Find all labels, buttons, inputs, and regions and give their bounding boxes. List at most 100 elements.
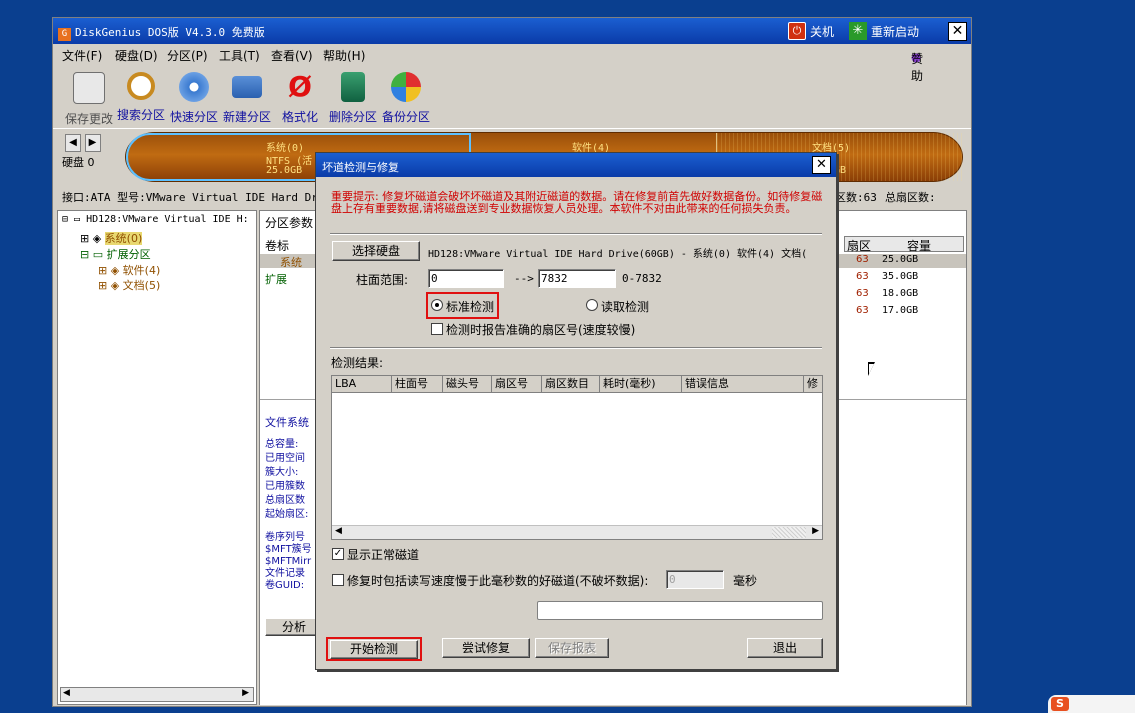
disk-label: 硬盘 0 xyxy=(62,156,95,169)
col-time[interactable]: 耗时(毫秒) xyxy=(600,376,682,393)
delete-partition-button[interactable]: 删除分区 xyxy=(325,72,381,125)
table-hscrollbar[interactable]: ◀ ▶ xyxy=(332,525,822,539)
column-sector: 扇区 xyxy=(847,239,872,253)
col-sector-count[interactable]: 扇区数目 xyxy=(542,376,600,393)
backup-partition-button[interactable]: 备份分区 xyxy=(378,72,434,125)
new-partition-label: 新建分区 xyxy=(222,110,271,124)
search-partition-button[interactable]: 搜索分区 xyxy=(113,72,169,123)
scroll-thumb[interactable] xyxy=(772,527,806,538)
format-icon: Ø xyxy=(288,70,312,103)
col-error[interactable]: 错误信息 xyxy=(682,376,804,393)
new-partition-button[interactable]: 新建分区 xyxy=(219,72,275,125)
include-slow-checkbox[interactable] xyxy=(332,574,344,586)
bad-track-dialog: 坏道检测与修复 ✕ 重要提示: 修复坏磁道会破坏坏磁道及其附近磁道的数据。请在修… xyxy=(315,152,837,670)
tree-item-system[interactable]: ⊞ ◈ 系统(0) xyxy=(80,230,143,246)
app-title: G DiskGenius DOS版 V4.3.0 免费版 xyxy=(58,24,265,41)
ms-label: 毫秒 xyxy=(733,574,758,588)
shutdown-button[interactable]: ⏻ 关机 xyxy=(788,21,834,41)
dialog-title-bar: 坏道检测与修复 ✕ xyxy=(316,153,836,177)
close-icon: ✕ xyxy=(816,157,827,172)
row-label-system[interactable]: 系统 xyxy=(280,254,302,270)
col-repair[interactable]: 修 xyxy=(804,376,822,393)
save-changes-button[interactable]: 保存更改 xyxy=(61,72,117,127)
read-detect-label[interactable]: 读取检测 xyxy=(601,298,649,315)
row-capacity: 18.0GB xyxy=(882,288,919,299)
include-slow-label[interactable]: 修复时包括读写速度慢于此毫秒数的好磁道(不破坏数据): xyxy=(347,572,648,589)
restart-button[interactable]: ✳ 重新启动 xyxy=(849,21,919,41)
field-total-sectors: 总扇区数 xyxy=(265,495,305,506)
try-repair-button[interactable]: 尝试修复 xyxy=(442,638,530,658)
scroll-right-icon: ▶ xyxy=(242,688,249,698)
cylinder-range-hint: 0-7832 xyxy=(622,272,662,285)
tree-item-software[interactable]: ⊞ ◈ 软件(4) xyxy=(98,262,160,278)
row-sector: 63 xyxy=(856,271,869,282)
slow-ms-input[interactable]: 0 xyxy=(666,570,724,589)
search-partition-label: 搜索分区 xyxy=(116,108,165,122)
separator xyxy=(330,233,822,235)
checkmark-icon: ✓ xyxy=(333,548,343,559)
close-window-button[interactable]: ✕ xyxy=(948,22,967,41)
disc-icon xyxy=(179,72,209,102)
save-report-button[interactable]: 保存报表 xyxy=(535,638,609,658)
menu-help[interactable]: 帮助(H) xyxy=(323,47,365,64)
row-sector: 63 xyxy=(856,288,869,299)
row-sector: 63 xyxy=(856,305,869,316)
quick-partition-button[interactable]: 快速分区 xyxy=(166,72,222,125)
select-disk-button[interactable]: 选择硬盘 xyxy=(332,241,420,261)
cylinder-to-input[interactable]: 7832 xyxy=(538,269,616,288)
disk-info-text: 接口:ATA 型号:VMware Virtual IDE Hard Driv xyxy=(62,191,332,204)
show-normal-label[interactable]: 显示正常磁道 xyxy=(347,546,419,563)
result-table: LBA 柱面号 磁头号 扇区号 扇区数目 耗时(毫秒) 错误信息 修 ◀ ▶ xyxy=(331,375,823,540)
col-cylinder[interactable]: 柱面号 xyxy=(392,376,443,393)
dialog-close-button[interactable]: ✕ xyxy=(812,156,831,174)
col-lba[interactable]: LBA xyxy=(332,376,392,393)
prev-disk-button[interactable]: ◀ xyxy=(65,134,81,152)
row-capacity: 17.0GB xyxy=(882,305,919,316)
col-sector[interactable]: 扇区号 xyxy=(492,376,542,393)
disk-total-sectors: 总扇区数: xyxy=(885,191,936,204)
row-sector: 63 xyxy=(856,254,869,265)
col-head[interactable]: 磁头号 xyxy=(443,376,492,393)
computer-icon xyxy=(232,76,262,98)
tree-item-docs[interactable]: ⊞ ◈ 文档(5) xyxy=(98,277,160,293)
cylinder-range-label: 柱面范围: xyxy=(356,273,409,287)
report-sector-checkbox[interactable] xyxy=(431,323,443,335)
tree-item-extended[interactable]: ⊟ ▭ 扩展分区 xyxy=(80,246,151,262)
tree-hscrollbar[interactable]: ◀ ▶ xyxy=(60,687,254,702)
ime-indicator[interactable]: S xyxy=(1048,695,1135,713)
start-detect-button[interactable]: 开始检测 xyxy=(330,640,418,659)
diskgenius-logo-icon: G xyxy=(58,28,71,41)
next-disk-button[interactable]: ▶ xyxy=(84,134,101,152)
standard-detect-radio[interactable] xyxy=(431,299,443,311)
menu-view[interactable]: 查看(V) xyxy=(271,47,313,64)
exit-button[interactable]: 退出 xyxy=(747,638,823,658)
menu-bar: 文件(F) 硬盘(D) 分区(P) 工具(T) 查看(V) 帮助(H) ● 赞助 xyxy=(53,44,971,83)
show-normal-checkbox[interactable]: ✓ xyxy=(332,548,344,560)
column-label: 卷标 xyxy=(265,239,290,253)
tree-root[interactable]: ⊟ ▭ HD128:VMware Virtual IDE H: xyxy=(62,214,249,225)
standard-detect-label[interactable]: 标准检测 xyxy=(446,298,494,315)
menu-partition[interactable]: 分区(P) xyxy=(167,47,208,64)
dialog-title: 坏道检测与修复 xyxy=(322,161,399,174)
progress-bar xyxy=(537,601,823,620)
report-sector-label[interactable]: 检测时报告准确的扇区号(速度较慢) xyxy=(446,321,635,338)
tree-root-label: HD128:VMware Virtual IDE H: xyxy=(86,214,249,225)
scroll-left-icon: ◀ xyxy=(63,688,70,698)
save-disk-icon xyxy=(73,72,105,104)
read-detect-radio[interactable] xyxy=(586,299,598,311)
close-icon: ✕ xyxy=(951,23,964,39)
toolbar: 保存更改 搜索分区 快速分区 新建分区 Ø 格式化 删除分区 备份分区 xyxy=(53,64,971,128)
menu-tools[interactable]: 工具(T) xyxy=(219,47,260,64)
app-title-text: DiskGenius DOS版 V4.3.0 免费版 xyxy=(75,26,265,39)
separator xyxy=(330,347,822,349)
menu-disk[interactable]: 硬盘(D) xyxy=(115,47,158,64)
sogou-icon: S xyxy=(1051,697,1069,711)
menu-file[interactable]: 文件(F) xyxy=(62,47,102,64)
trash-icon xyxy=(341,72,365,102)
tab-partition-params[interactable]: 分区参数 xyxy=(265,214,313,231)
field-start-sector: 起始扇区: xyxy=(265,509,309,520)
row-label-extended[interactable]: 扩展 xyxy=(265,271,287,287)
cylinder-from-input[interactable]: 0 xyxy=(428,269,504,288)
format-button[interactable]: Ø 格式化 xyxy=(272,72,328,125)
title-bar: G DiskGenius DOS版 V4.3.0 免费版 ⏻ 关机 ✳ 重新启动 … xyxy=(53,18,971,44)
